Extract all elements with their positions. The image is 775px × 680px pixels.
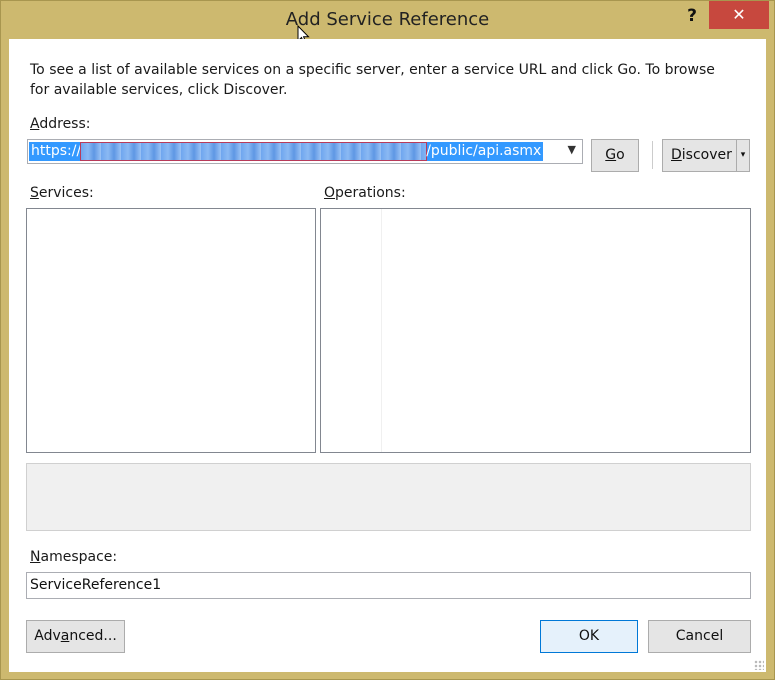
discover-split-button[interactable]: Discover ▾ — [662, 139, 750, 172]
address-label: Address: — [30, 116, 91, 132]
instructions-text: To see a list of available services on a… — [30, 62, 715, 98]
namespace-label: Namespace: — [30, 549, 118, 565]
address-value[interactable]: https:///public/api.asmx — [29, 142, 544, 161]
dialog-title: Add Service Reference — [285, 9, 490, 30]
namespace-input[interactable]: ServiceReference1 — [26, 572, 751, 599]
help-button[interactable]: ? — [681, 5, 703, 27]
title-bar[interactable]: Add Service Reference ? ✕ — [1, 1, 774, 45]
dialog-body: To see a list of available services on a… — [9, 39, 766, 672]
advanced-button[interactable]: Advanced... — [26, 620, 125, 653]
chevron-down-icon[interactable]: ▼ — [568, 143, 576, 156]
cancel-button[interactable]: Cancel — [648, 620, 751, 653]
go-button[interactable]: Go — [591, 139, 639, 172]
services-tree[interactable] — [26, 208, 316, 453]
operations-list[interactable] — [320, 208, 751, 453]
operations-label: Operations: — [324, 185, 406, 201]
status-description-pane — [26, 463, 751, 531]
address-combobox[interactable]: https:///public/api.asmx ▼ — [27, 139, 583, 164]
ok-button[interactable]: OK — [540, 620, 638, 653]
dialog-window: Add Service Reference ? ✕ To see a list … — [0, 0, 775, 680]
close-button[interactable]: ✕ — [709, 1, 769, 29]
discover-dropdown-arrow-icon[interactable]: ▾ — [736, 140, 749, 171]
operations-column-divider — [381, 209, 382, 452]
resize-grip-icon[interactable] — [754, 660, 764, 670]
toolbar-separator — [652, 141, 653, 169]
services-label: Services: — [30, 185, 94, 201]
redacted-host — [80, 142, 428, 161]
